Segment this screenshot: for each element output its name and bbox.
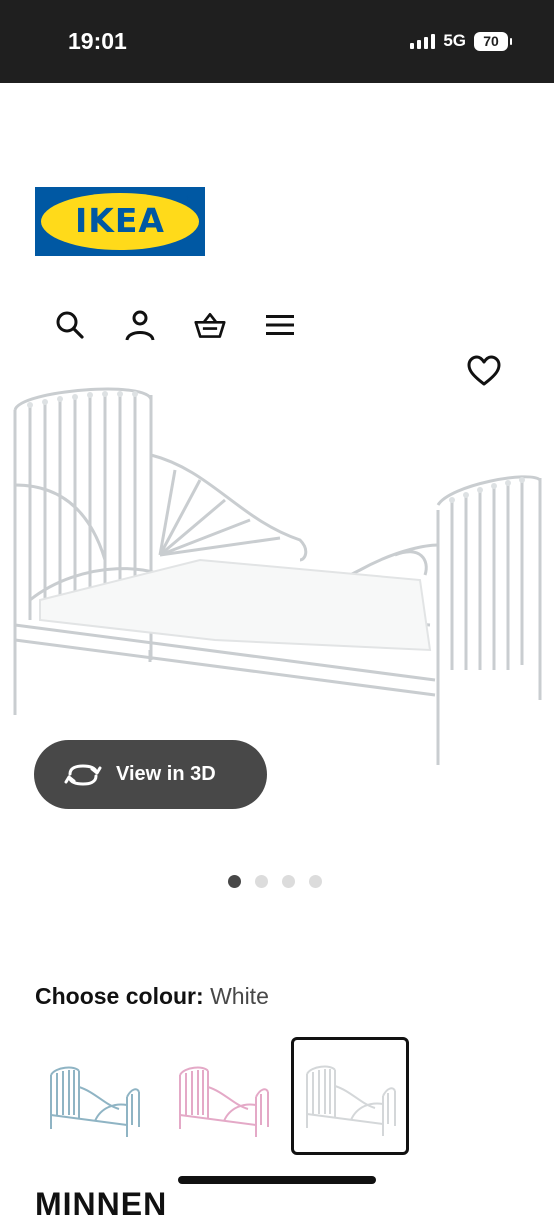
home-indicator[interactable]	[178, 1176, 376, 1184]
network-type: 5G	[443, 31, 466, 50]
product-name: MINNEN	[35, 1186, 168, 1222]
colour-swatch-white[interactable]	[291, 1037, 409, 1155]
menu-icon[interactable]	[264, 308, 296, 342]
carousel-dot[interactable]	[255, 875, 268, 888]
status-time: 19:01	[68, 28, 127, 54]
colour-label: Choose colour:	[35, 983, 204, 1009]
search-icon[interactable]	[54, 308, 86, 342]
signal-icon	[410, 33, 436, 49]
carousel-dot[interactable]	[309, 875, 322, 888]
rotate-3d-icon	[64, 763, 102, 786]
user-icon[interactable]	[124, 308, 156, 342]
view-in-3d-label: View in 3D	[116, 763, 216, 785]
status-indicators: 5G 70	[410, 31, 512, 51]
colour-selector-label: Choose colour: White	[35, 983, 269, 1010]
logo-text: IKEA	[75, 201, 165, 240]
view-in-3d-button[interactable]: View in 3D	[34, 740, 267, 809]
logo-registered-mark: ®	[185, 195, 191, 202]
heart-icon[interactable]	[466, 354, 502, 388]
carousel-dots	[228, 875, 322, 888]
colour-swatch-pink[interactable]	[164, 1037, 282, 1155]
basket-icon[interactable]	[194, 308, 226, 342]
battery-icon: 70	[474, 31, 512, 51]
colour-value: White	[210, 983, 269, 1009]
battery-level: 70	[483, 32, 499, 49]
colour-swatch-light-blue[interactable]	[35, 1037, 153, 1155]
header-nav	[54, 308, 296, 342]
ikea-logo[interactable]: IKEA ®	[35, 187, 205, 256]
status-bar: 19:01 5G 70	[0, 0, 554, 83]
carousel-dot[interactable]	[228, 875, 241, 888]
carousel-dot[interactable]	[282, 875, 295, 888]
